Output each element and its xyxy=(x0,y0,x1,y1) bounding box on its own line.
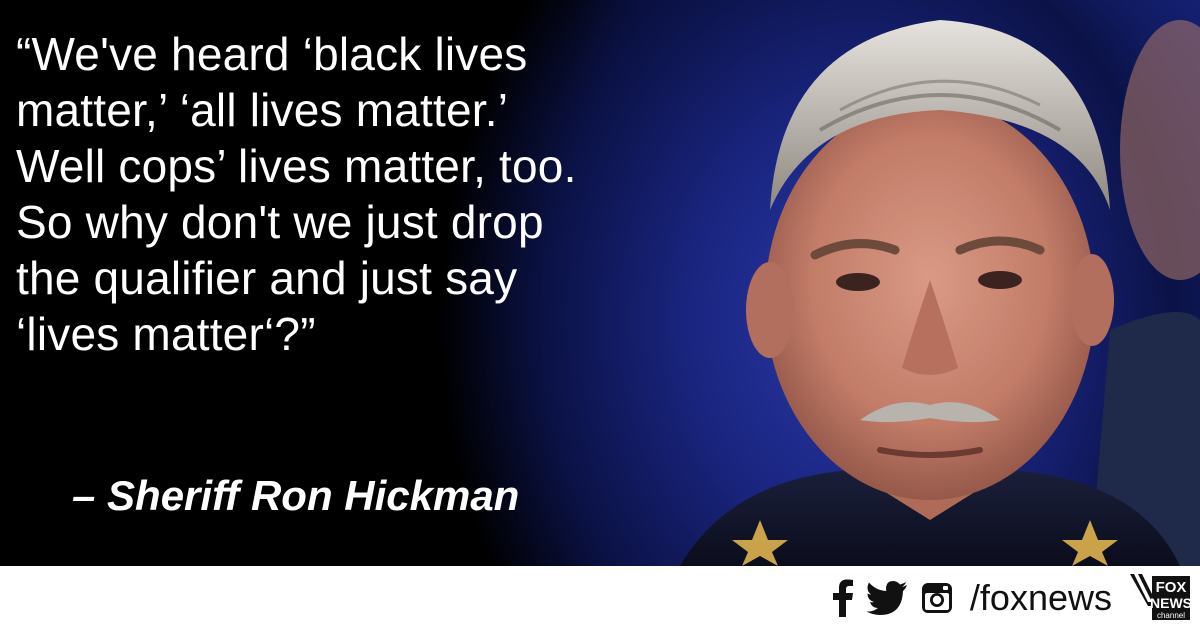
quote-line: “We've heard ‘black lives xyxy=(16,28,528,80)
quote-line: ‘lives matter‘?” xyxy=(16,308,316,360)
sheriff-portrait xyxy=(680,20,1200,566)
svg-text:channel: channel xyxy=(1157,611,1185,620)
fox-news-logo: FOX NEWS channel xyxy=(1128,572,1192,626)
facebook-icon[interactable] xyxy=(832,578,854,618)
quote-card: “We've heard ‘black lives matter,’ ‘all … xyxy=(0,0,1200,630)
svg-text:NEWS: NEWS xyxy=(1150,595,1192,611)
quote-attribution: – Sheriff Ron Hickman xyxy=(72,472,520,519)
quote-line: Well cops’ lives matter, too. xyxy=(16,140,577,192)
svg-text:FOX: FOX xyxy=(1156,579,1187,596)
quote-line: So why don't we just drop xyxy=(16,196,544,248)
quote-line: the qualifier and just say xyxy=(16,252,518,304)
footer-bar: /foxnews FOX NEWS channel xyxy=(0,566,1200,630)
quote-line: matter,’ ‘all lives matter.’ xyxy=(16,84,509,136)
instagram-icon[interactable] xyxy=(920,578,954,618)
social-handle[interactable]: /foxnews xyxy=(970,577,1112,619)
social-links: /foxnews xyxy=(832,576,1112,620)
quote-text: “We've heard ‘black lives matter,’ ‘all … xyxy=(16,26,676,362)
twitter-icon[interactable] xyxy=(866,578,908,618)
